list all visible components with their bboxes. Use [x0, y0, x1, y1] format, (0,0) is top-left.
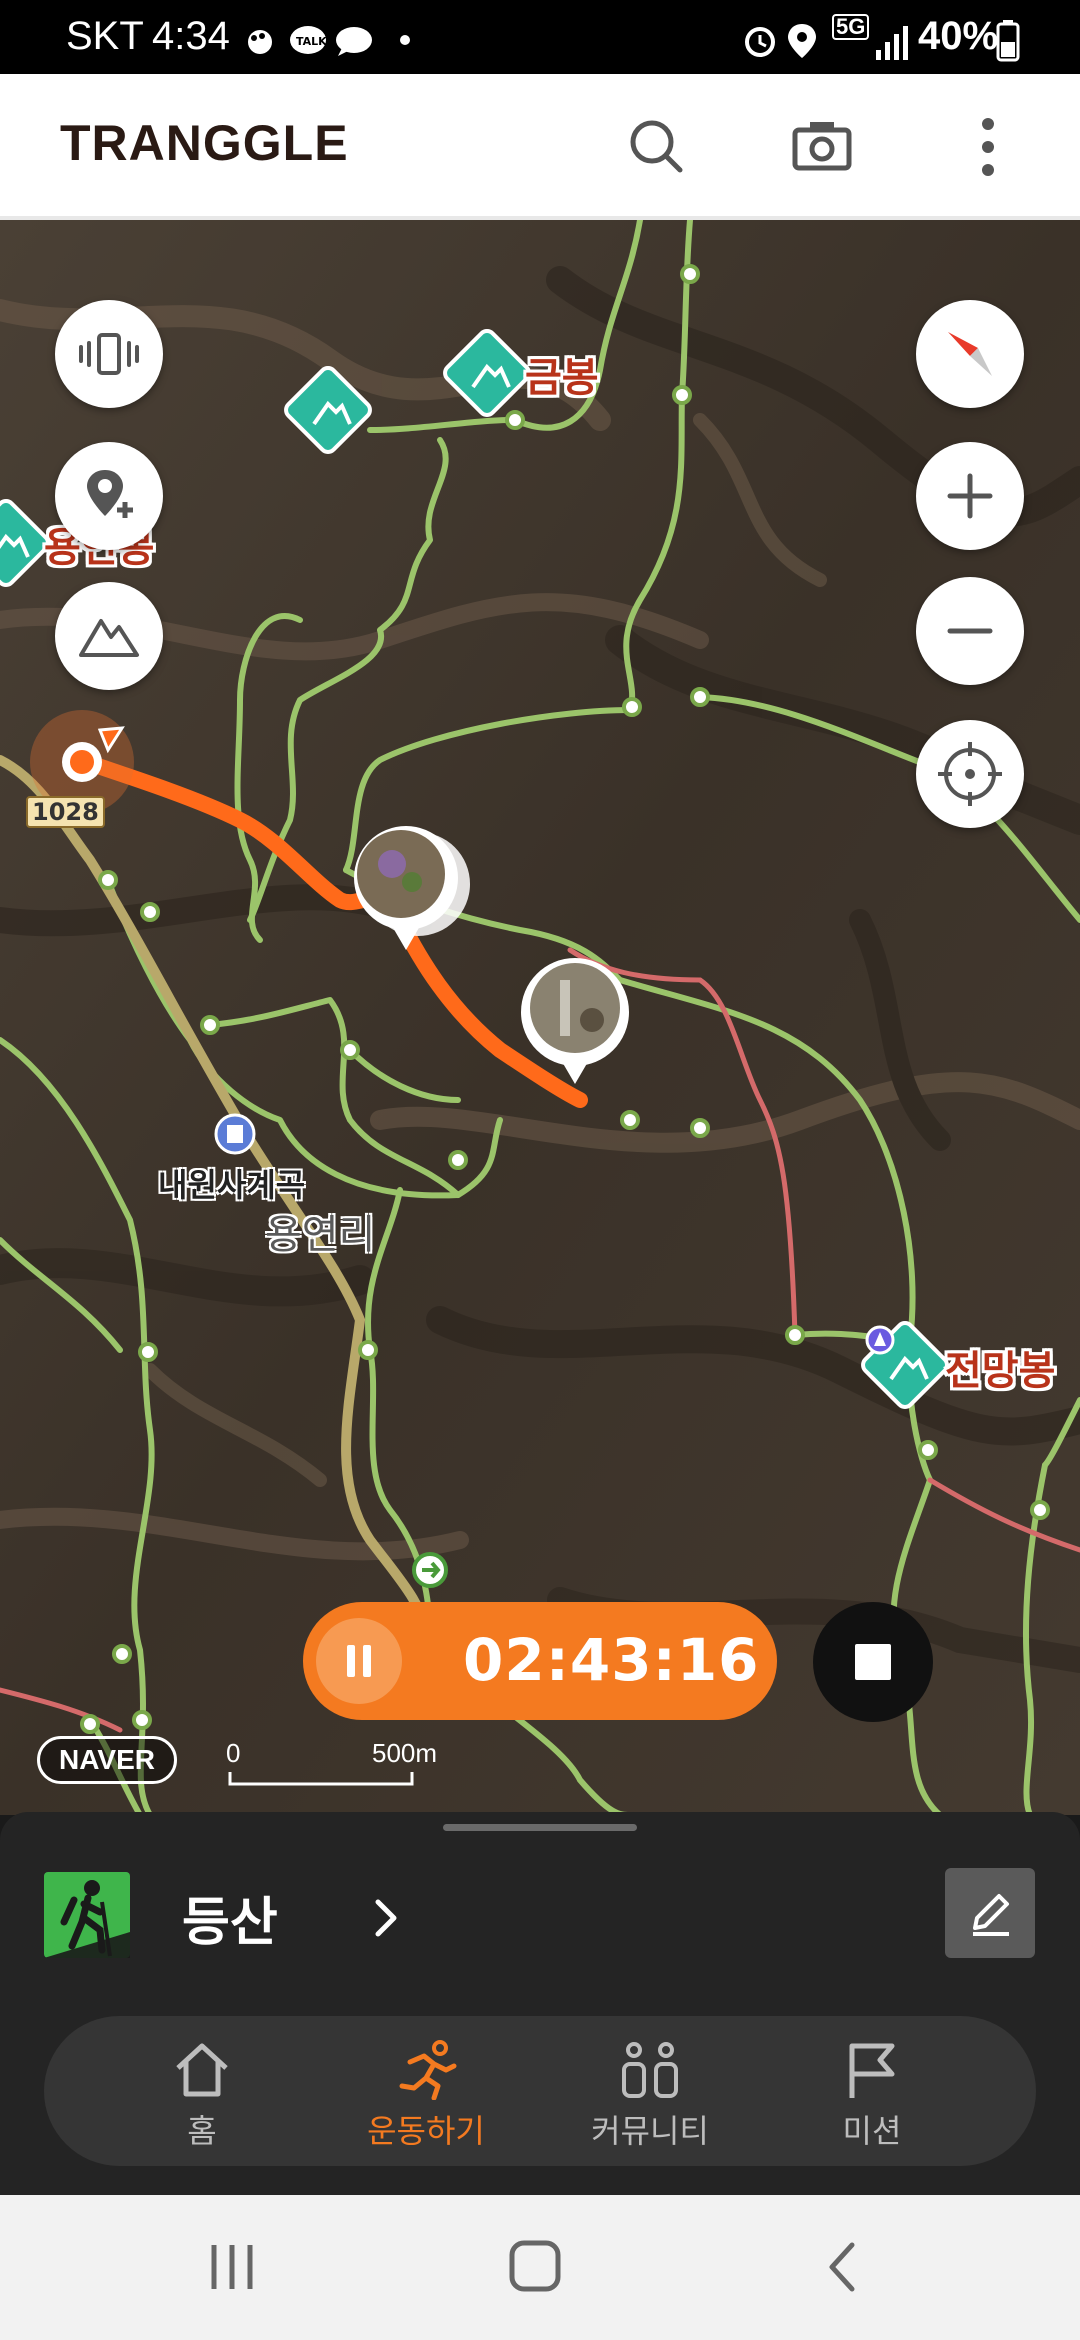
chat-icon	[336, 27, 372, 56]
vibration-icon	[79, 333, 139, 375]
pencil-icon	[973, 1894, 1009, 1936]
app-bar: TRANGGLE	[0, 74, 1080, 220]
poi-marker	[865, 1325, 895, 1355]
notification-icons: TALK	[248, 26, 410, 56]
system-nav-bar	[0, 2195, 1080, 2340]
zoom-in-icon	[947, 473, 993, 519]
community-icon	[622, 2042, 678, 2098]
peak-label-geumbong: 금봉	[525, 355, 599, 401]
back-icon[interactable]	[822, 2239, 862, 2295]
chevron-right-icon[interactable]	[372, 1896, 402, 1940]
battery-percent: 40%	[918, 14, 999, 58]
pause-button[interactable]	[316, 1618, 402, 1704]
footprint-icon	[248, 30, 272, 54]
waypoint-arrow-marker	[412, 1552, 448, 1588]
current-location-icon	[938, 742, 1002, 806]
elapsed-time: 02:43:16	[463, 1626, 760, 1694]
current-location-button[interactable]	[916, 720, 1024, 828]
nav-item-exercise[interactable]: 운동하기	[336, 2040, 516, 2150]
clock: 4:34	[152, 14, 230, 58]
add-location-button[interactable]	[55, 442, 163, 550]
home-icon	[176, 2043, 228, 2097]
scale-distance-label: 500m	[372, 1738, 438, 1768]
nav-label-community: 커뮤니티	[591, 2112, 709, 2150]
naver-attribution: NAVER	[37, 1736, 177, 1784]
zoom-out-button[interactable]	[916, 577, 1024, 685]
signal-icon	[876, 26, 908, 60]
zoom-in-button[interactable]	[916, 442, 1024, 550]
bottom-sheet: 등산 홈 운동하기 커뮤니티 미션	[0, 1812, 1080, 2195]
mountain-button[interactable]	[55, 582, 163, 690]
road-number-badge: 1028	[26, 796, 105, 828]
location-icon	[788, 24, 816, 58]
status-bar: SKT 4:34 TALK 5G 40%	[0, 0, 1080, 74]
home-nav-icon[interactable]	[508, 2239, 564, 2295]
battery-icon	[996, 20, 1020, 62]
recording-timer-pill: 02:43:16	[303, 1602, 777, 1720]
recent-apps-icon[interactable]	[208, 2241, 258, 2293]
satellite-map-background	[0, 220, 1080, 1815]
nav-item-community[interactable]: 커뮤니티	[560, 2040, 740, 2150]
alarm-icon	[745, 27, 775, 57]
flag-icon	[849, 2043, 895, 2098]
carrier-label: SKT	[66, 14, 144, 58]
peak-label-jeonmangbong: 전망봉	[945, 1348, 1056, 1394]
edit-button[interactable]	[945, 1868, 1035, 1958]
nav-label-exercise: 운동하기	[367, 2112, 485, 2150]
stop-icon	[855, 1644, 891, 1680]
pause-icon	[347, 1645, 371, 1677]
running-icon	[399, 2040, 457, 2100]
network-label: 5G	[832, 14, 870, 40]
zoom-out-icon	[947, 628, 993, 634]
village-label: 용연리	[265, 1212, 376, 1258]
vibration-button[interactable]	[55, 300, 163, 408]
nav-item-mission[interactable]: 미션	[782, 2040, 962, 2150]
hiking-icon	[44, 1872, 130, 1958]
bottom-nav: 홈 운동하기 커뮤니티 미션	[44, 2016, 1036, 2166]
compass-button[interactable]	[916, 300, 1024, 408]
kakaotalk-icon: TALK	[290, 26, 327, 54]
mountain-icon	[79, 619, 139, 657]
compass-icon	[948, 332, 992, 376]
svg-text:TALK: TALK	[296, 35, 327, 48]
more-vert-icon[interactable]	[976, 116, 1000, 180]
dot-icon	[400, 35, 410, 45]
scale-bar	[228, 1772, 414, 1786]
sheet-drag-handle[interactable]	[443, 1824, 637, 1831]
activity-type-label[interactable]: 등산	[182, 1880, 278, 1955]
camera-icon[interactable]	[792, 118, 852, 172]
add-location-icon	[87, 470, 133, 518]
map-view[interactable]: 금봉 용연봉 전망봉 내원사계곡 용연리 1028	[0, 220, 1080, 1815]
valley-poi-icon	[214, 1113, 256, 1155]
system-icons-left	[745, 24, 816, 58]
app-logo: TRANGGLE	[60, 115, 349, 171]
scale-zero-label: 0	[226, 1738, 241, 1768]
valley-label: 내원사계곡	[158, 1166, 306, 1204]
nav-label-home: 홈	[187, 2112, 217, 2150]
nav-label-mission: 미션	[842, 2112, 902, 2150]
stop-button[interactable]	[813, 1602, 933, 1722]
nav-item-home[interactable]: 홈	[112, 2040, 292, 2150]
search-icon[interactable]	[626, 116, 686, 176]
